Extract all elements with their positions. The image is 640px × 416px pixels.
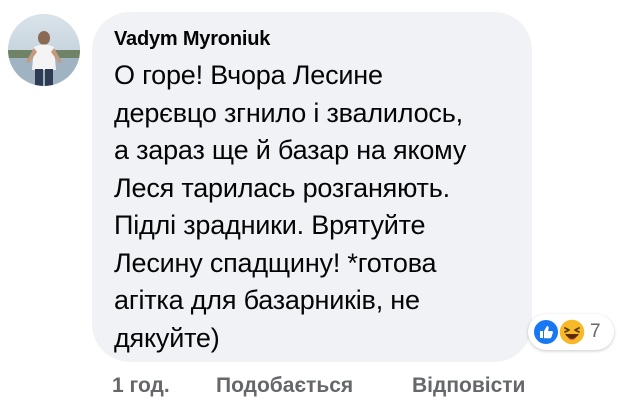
comment-text-line: дякуйте)	[114, 322, 220, 353]
like-button[interactable]: Подобається	[216, 372, 353, 400]
comment: Vadym Myroniuk О горе! Вчора Лесине дерє…	[0, 0, 640, 416]
comment-text-line: агітка для базарників, не	[114, 285, 420, 315]
haha-icon	[558, 318, 586, 346]
avatar[interactable]	[8, 14, 80, 86]
reply-button[interactable]: Відповісти	[412, 372, 525, 400]
comment-text-line: Лесину спадщину! *готова	[114, 247, 437, 278]
reaction-count: 7	[590, 321, 601, 342]
reactions-summary[interactable]: 7	[528, 314, 614, 350]
comment-timestamp[interactable]: 1 год.	[112, 372, 170, 400]
like-icon	[533, 319, 559, 345]
comment-text-line: Леся тарилась розганяють.	[114, 172, 450, 203]
avatar-photo	[8, 14, 80, 86]
comment-text-line: а зараз ще й базар на якому	[114, 135, 467, 165]
comment-text-line: О горе! Вчора Лесине	[114, 60, 383, 90]
comment-bubble: Vadym Myroniuk О горе! Вчора Лесине дерє…	[92, 12, 532, 362]
comment-text-line: дерєвцо згнило і звалилось,	[114, 97, 463, 128]
comment-author[interactable]: Vadym Myroniuk	[114, 26, 514, 52]
comment-text: О горе! Вчора Лесине дерєвцо згнило і зв…	[114, 57, 514, 357]
comment-text-line: Підлі зрадники. Врятуйте	[114, 210, 426, 240]
